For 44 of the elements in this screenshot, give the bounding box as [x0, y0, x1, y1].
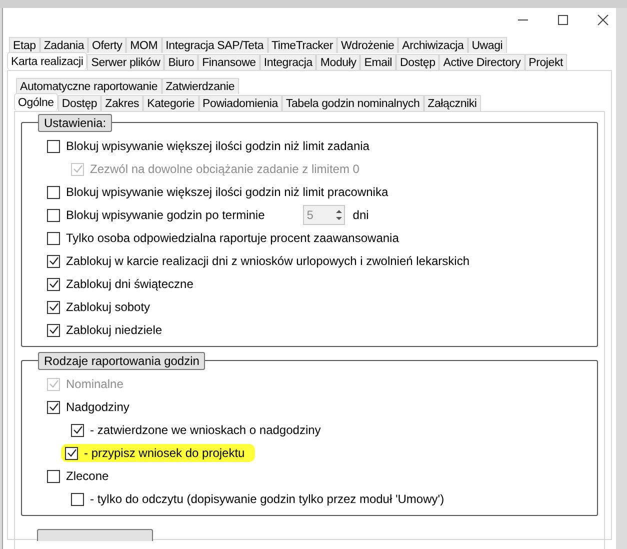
- tab[interactable]: Moduły: [316, 54, 360, 70]
- tab[interactable]: Dostęp: [396, 54, 440, 70]
- checkbox-label[interactable]: Zablokuj w karcie realizacji dni z wniosków urlopowych i zwolnień lekarskich: [66, 252, 470, 270]
- tab[interactable]: Wdrożenie: [337, 37, 398, 53]
- tab[interactable]: Projekt: [524, 54, 568, 70]
- tab[interactable]: Zakres: [101, 95, 144, 111]
- checkbox-label[interactable]: - tylko do odczytu (dopisywanie godzin tylko przez moduł 'Umowy'): [90, 490, 444, 508]
- checkbox-label[interactable]: Blokuj wpisywanie większej ilości godzin niż limit pracownika: [66, 183, 388, 201]
- checkbox-label[interactable]: Zablokuj niedziele: [66, 321, 162, 339]
- tab[interactable]: Dostęp: [58, 95, 102, 111]
- checkbox-label[interactable]: Zlecone: [66, 467, 109, 485]
- tab[interactable]: TimeTracker: [268, 37, 337, 53]
- tab[interactable]: Integracja: [260, 54, 316, 70]
- tab[interactable]: Zadania: [40, 37, 88, 53]
- checkbox-label[interactable]: Nadgodziny: [66, 398, 130, 416]
- tab[interactable]: Archiwizacja: [398, 37, 468, 53]
- tab[interactable]: Załączniki: [424, 95, 481, 111]
- tab[interactable]: Etap: [9, 37, 40, 53]
- checkbox-label[interactable]: Blokuj wpisywanie godzin po terminie: [66, 206, 265, 224]
- tab[interactable]: Active Directory: [439, 54, 525, 70]
- tab[interactable]: Finansowe: [198, 54, 260, 70]
- checkbox-label[interactable]: Blokuj wpisywanie większej ilości godzin niż limit zadania: [66, 137, 370, 155]
- group-title: Rodzaje raportowania godzin: [38, 352, 206, 370]
- tab[interactable]: Kategorie: [143, 95, 199, 111]
- tab[interactable]: Biuro: [164, 54, 198, 70]
- unit-label: dni: [352, 207, 369, 224]
- tab[interactable]: Powiadomienia: [198, 95, 282, 111]
- checkbox-label[interactable]: Zablokuj soboty: [66, 298, 150, 316]
- tab[interactable]: Email: [360, 54, 396, 70]
- tab[interactable]: Serwer plików: [87, 54, 164, 70]
- tab[interactable]: Zatwierdzanie: [162, 78, 239, 94]
- tab[interactable]: Ogólne: [14, 93, 58, 111]
- tab[interactable]: Karta realizacji: [7, 52, 88, 70]
- checkbox-label[interactable]: Zablokuj dni świąteczne: [66, 275, 194, 293]
- group-title: Ustawienia:: [38, 114, 112, 132]
- tab[interactable]: Automatyczne raportowanie: [16, 78, 162, 94]
- tab[interactable]: Uwagi: [468, 37, 507, 53]
- tab[interactable]: Oferty: [88, 37, 126, 53]
- tab[interactable]: Tabela godzin nominalnych: [282, 95, 424, 111]
- checkbox-label[interactable]: - zatwierdzone we wnioskach o nadgodziny: [90, 421, 321, 439]
- checkbox-label[interactable]: Tylko osoba odpowiedzialna raportuje procent zaawansowania: [66, 229, 399, 247]
- tab[interactable]: MOM: [126, 37, 162, 53]
- checkbox-label[interactable]: - przypisz wniosek do projektu: [84, 444, 245, 462]
- tab[interactable]: Integracja SAP/Teta: [162, 37, 268, 53]
